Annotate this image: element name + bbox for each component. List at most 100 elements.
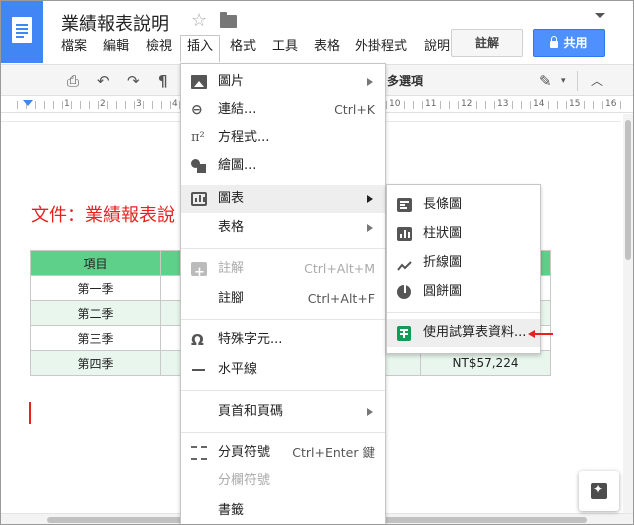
menu-tools[interactable]: 工具 [266, 37, 304, 61]
menu-item-special-characters[interactable]: Ω 特殊字元... [181, 326, 385, 354]
menu-item-label: 分頁符號 [218, 445, 271, 460]
menu-item-page-break[interactable]: 分頁符號 Ctrl+Enter 鍵 [181, 439, 385, 467]
bar-chart-icon [397, 198, 412, 212]
menu-item-label: 方程式... [218, 130, 270, 145]
menu-item-label: 圖表 [218, 191, 245, 206]
paint-format-icon[interactable]: ¶ [158, 71, 168, 91]
table-cell[interactable]: 第二季 [30, 300, 161, 326]
share-button[interactable]: 共用 [533, 29, 605, 57]
collapse-chevron-icon[interactable]: ︿ [591, 71, 603, 91]
print-icon[interactable]: ⎙ [67, 71, 79, 91]
submenu-arrow-icon [367, 224, 373, 232]
drawing-icon [191, 159, 207, 173]
vertical-scrollbar[interactable] [623, 114, 633, 514]
star-icon[interactable]: ☆ [191, 10, 207, 31]
menu-file[interactable]: 檔案 [55, 37, 93, 61]
menu-format[interactable]: 格式 [224, 37, 262, 61]
menu-separator [181, 319, 385, 320]
chart-item-label: 柱狀圖 [423, 226, 463, 241]
pie-chart-icon [397, 285, 411, 299]
menu-item-bookmark[interactable]: 書籤 [181, 497, 385, 524]
table-header-cell[interactable]: 項目 [30, 250, 161, 276]
pencil-mode-icon[interactable]: ✎ [539, 71, 552, 91]
chart-item-column[interactable]: 柱狀圖 [387, 220, 540, 248]
menu-item-link[interactable]: ⊖ 連結... Ctrl+K [181, 96, 385, 124]
menu-addons[interactable]: 外掛程式 [349, 37, 413, 61]
ruler-number: 11 [424, 99, 438, 109]
redo-icon[interactable]: ↷ [127, 71, 140, 91]
document-title[interactable]: 業績報表說明 [61, 10, 169, 36]
menu-item-table[interactable]: 表格 [181, 214, 385, 242]
menu-item-label: 水平線 [218, 362, 258, 377]
ruler-number: 3 [135, 99, 143, 109]
menu-insert[interactable]: 插入 [180, 35, 221, 62]
submenu-arrow-icon [367, 78, 373, 86]
chart-item-line[interactable]: 折線圖 [387, 249, 540, 277]
menu-item-horizontal-line[interactable]: 水平線 [181, 356, 385, 384]
menu-separator [387, 312, 540, 313]
insert-menu: 圖片 ⊖ 連結... Ctrl+K π² 方程式... 繪圖... 圖表 表格 [180, 63, 386, 524]
ruler-number: 13 [496, 99, 510, 109]
ruler-number: 14 [532, 99, 546, 109]
menu-item-shortcut: Ctrl+Enter 鍵 [292, 445, 375, 460]
chart-submenu: 長條圖 柱狀圖 折線圖 圓餅圖 使用試算表資料... [386, 184, 541, 354]
table-cell[interactable]: 第四季 [30, 350, 161, 376]
more-options-button[interactable]: 多選項 [387, 72, 423, 89]
ruler-number: 12 [460, 99, 474, 109]
omega-icon: Ω [191, 331, 204, 349]
document-heading[interactable]: 文件：業績報表說 [31, 201, 175, 227]
menu-item-footnote[interactable]: 註腳 Ctrl+Alt+F [181, 285, 385, 313]
menu-item-label: 註解 [218, 261, 245, 276]
menu-item-shortcut: Ctrl+Alt+M [304, 261, 375, 276]
menu-table[interactable]: 表格 [308, 37, 346, 61]
ruler-number: 1 [63, 99, 71, 109]
menu-item-chart[interactable]: 圖表 [181, 185, 385, 213]
menu-item-column-break: 分欄符號 [181, 467, 385, 495]
chart-item-from-sheets[interactable]: 使用試算表資料... [387, 319, 540, 347]
chart-item-label: 長條圖 [423, 197, 463, 212]
add-comment-icon [191, 259, 207, 287]
ruler-number: 10 [388, 99, 402, 109]
chart-item-label: 使用試算表資料... [423, 325, 527, 340]
menu-item-label: 特殊字元... [218, 332, 283, 347]
chart-item-label: 圓餅圖 [423, 284, 463, 299]
menu-item-label: 表格 [218, 220, 245, 235]
mode-caret-icon[interactable]: ▾ [561, 71, 566, 91]
menu-separator [181, 432, 385, 433]
indent-marker-icon[interactable] [23, 100, 33, 106]
table-cell[interactable]: NT$57,224 [420, 350, 551, 376]
ruler-number: 2 [99, 99, 107, 109]
submenu-arrow-icon [367, 195, 373, 203]
account-caret-icon[interactable] [595, 13, 605, 18]
menu-item-comment: 註解 Ctrl+Alt+M [181, 255, 385, 287]
menu-item-label: 連結... [218, 102, 257, 117]
explore-button[interactable] [579, 471, 619, 511]
menu-item-image[interactable]: 圖片 [181, 68, 385, 96]
vertical-scroll-thumb[interactable] [625, 120, 631, 260]
chart-item-bar[interactable]: 長條圖 [387, 191, 540, 219]
chart-icon [191, 192, 207, 206]
equation-icon: π² [191, 130, 205, 145]
chart-item-pie[interactable]: 圓餅圖 [387, 278, 540, 306]
menu-edit[interactable]: 編輯 [97, 37, 135, 61]
chart-item-label: 折線圖 [423, 255, 463, 270]
menu-item-drawing[interactable]: 繪圖... [181, 152, 385, 180]
menu-view[interactable]: 檢視 [140, 37, 178, 61]
menu-item-label: 圖片 [218, 74, 245, 89]
page-break-icon [191, 446, 207, 460]
menu-item-label: 註腳 [218, 291, 245, 306]
menu-separator [181, 390, 385, 391]
ruler-number: 4 [171, 99, 179, 109]
link-icon: ⊖ [191, 102, 203, 118]
menu-item-shortcut: Ctrl+K [334, 102, 375, 117]
undo-icon[interactable]: ↶ [97, 71, 110, 91]
table-cell[interactable]: 第三季 [30, 325, 161, 351]
docs-logo-icon[interactable] [1, 1, 43, 63]
menu-item-header-page-number[interactable]: 頁首和頁碼 [181, 398, 385, 426]
menu-item-equation[interactable]: π² 方程式... [181, 124, 385, 152]
comments-button[interactable]: 註解 [451, 29, 523, 57]
folder-icon[interactable] [220, 12, 237, 28]
horizontal-line-icon [191, 363, 207, 377]
table-cell[interactable]: 第一季 [30, 275, 161, 301]
lock-icon [550, 36, 559, 48]
